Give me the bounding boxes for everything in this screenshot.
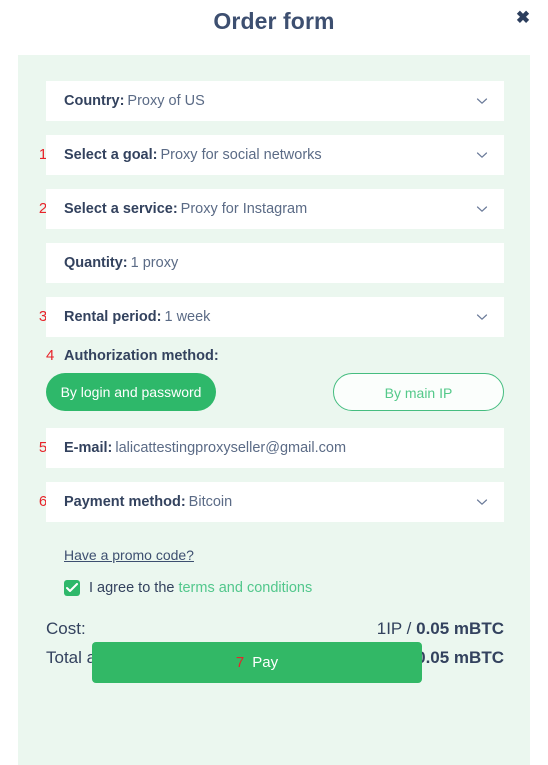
form-row-rental-period: 3 Rental period: 1 week bbox=[18, 297, 530, 337]
quantity-input[interactable]: Quantity: 1 proxy bbox=[46, 243, 504, 283]
form-row-goal: 1 Select a goal: Proxy for social network… bbox=[18, 135, 530, 175]
chevron-down-icon bbox=[476, 496, 488, 508]
terms-agreement-text: I agree to the bbox=[89, 580, 175, 596]
annotation-number-authorization: 4 bbox=[46, 347, 55, 364]
service-select[interactable]: Select a service: Proxy for Instagram bbox=[46, 189, 504, 229]
auth-by-main-ip-button[interactable]: By main IP bbox=[333, 373, 504, 411]
page-title: Order form bbox=[213, 8, 335, 34]
rental-period-label: Rental period: bbox=[64, 309, 162, 325]
service-label: Select a service: bbox=[64, 201, 178, 217]
cost-row: Cost: 1IP / 0.05 mBTC bbox=[46, 615, 504, 643]
email-field[interactable]: E-mail: lalicattestingproxyseller@gmail.c… bbox=[46, 428, 504, 468]
form-row-country: Country: Proxy of US bbox=[18, 81, 530, 121]
terms-agreement-row: I agree to the terms and conditions bbox=[64, 577, 312, 599]
cost-value: 1IP / 0.05 mBTC bbox=[377, 615, 504, 643]
chevron-down-icon bbox=[476, 149, 488, 161]
country-text: Country: Proxy of US bbox=[64, 81, 205, 121]
email-value: lalicattestingproxyseller@gmail.com bbox=[115, 440, 347, 456]
rental-period-text: Rental period: 1 week bbox=[64, 297, 210, 337]
quantity-value: 1 proxy bbox=[130, 255, 179, 271]
form-row-payment-method: 6 Payment method: Bitcoin bbox=[18, 482, 530, 522]
promo-code-link[interactable]: Have a promo code? bbox=[64, 547, 194, 563]
rental-period-select[interactable]: Rental period: 1 week bbox=[46, 297, 504, 337]
authorization-options: By login and password By main IP bbox=[18, 373, 530, 411]
rental-period-value: 1 week bbox=[164, 309, 211, 325]
chevron-down-icon bbox=[476, 311, 488, 323]
authorization-method-row: 4 Authorization method: bbox=[18, 344, 530, 368]
form-row-email: 5 E-mail: lalicattestingproxyseller@gmail… bbox=[18, 428, 530, 468]
quantity-label: Quantity: bbox=[64, 255, 128, 271]
payment-method-label: Payment method: bbox=[64, 494, 186, 510]
payment-method-text: Payment method: Bitcoin bbox=[64, 482, 232, 522]
goal-value: Proxy for social networks bbox=[160, 147, 322, 163]
quantity-text: Quantity: 1 proxy bbox=[64, 243, 178, 283]
goal-select[interactable]: Select a goal: Proxy for social networks bbox=[46, 135, 504, 175]
total-amount-value: 0.05 mBTC bbox=[416, 648, 504, 667]
pay-button-label: Pay bbox=[252, 654, 279, 671]
country-value: Proxy of US bbox=[127, 93, 205, 109]
service-text: Select a service: Proxy for Instagram bbox=[64, 189, 307, 229]
terms-and-conditions-link[interactable]: terms and conditions bbox=[178, 580, 312, 596]
terms-checkbox[interactable] bbox=[64, 580, 80, 596]
goal-text: Select a goal: Proxy for social networks bbox=[64, 135, 322, 175]
form-row-service: 2 Select a service: Proxy for Instagram bbox=[18, 189, 530, 229]
email-label: E-mail: bbox=[64, 440, 113, 456]
payment-method-select[interactable]: Payment method: Bitcoin bbox=[46, 482, 504, 522]
annotation-number-pay: 7 bbox=[235, 654, 245, 671]
auth-by-login-password-button[interactable]: By login and password bbox=[46, 373, 216, 411]
country-label: Country: bbox=[64, 93, 125, 109]
close-icon[interactable]: ✖ bbox=[512, 7, 534, 29]
country-select[interactable]: Country: Proxy of US bbox=[46, 81, 504, 121]
chevron-down-icon bbox=[476, 203, 488, 215]
cost-value-amount: 0.05 mBTC bbox=[416, 619, 504, 638]
cost-label: Cost: bbox=[46, 619, 86, 638]
order-form-modal: Order form ✖ Country: Proxy of US 1 Selec… bbox=[0, 0, 548, 765]
chevron-down-icon bbox=[476, 95, 488, 107]
pay-button[interactable]: 7 Pay bbox=[92, 642, 422, 683]
goal-label: Select a goal: bbox=[64, 147, 158, 163]
form-row-quantity: Quantity: 1 proxy bbox=[18, 243, 530, 283]
cost-value-unit: 1IP / bbox=[376, 619, 417, 638]
service-value: Proxy for Instagram bbox=[180, 201, 308, 217]
authorization-method-label: Authorization method: bbox=[64, 348, 219, 364]
payment-method-value: Bitcoin bbox=[188, 494, 233, 510]
modal-header: Order form ✖ bbox=[0, 0, 548, 47]
email-text: E-mail: lalicattestingproxyseller@gmail.c… bbox=[64, 428, 346, 468]
